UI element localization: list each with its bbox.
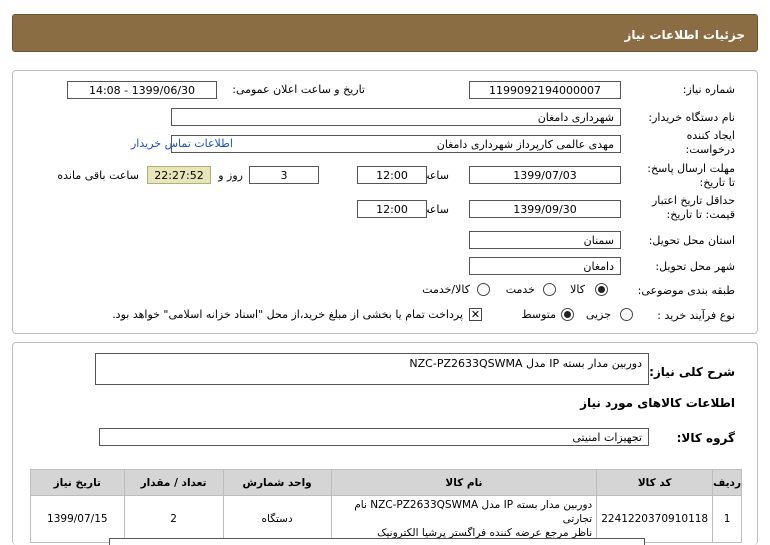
need-details-page: جزئیات اطلاعات نیاز شماره نیاز: 11990921…: [0, 0, 770, 545]
city-field: دامغان: [469, 257, 621, 275]
col-qty: تعداد / مقدار: [123, 469, 224, 496]
table-header-row: ردیف کد کالا نام کالا واحد شمارش تعداد /…: [30, 469, 742, 496]
category-goods-label: کالا: [570, 283, 585, 296]
cell-row: 1: [712, 495, 742, 543]
reply-deadline-label-2: تا تاریخ:: [699, 176, 735, 189]
remaining-time-field: 22:27:52: [147, 166, 211, 184]
days-label: روز و: [218, 169, 243, 182]
summary-field: دوربین مدار بسته IP مدل NZC-PZ2633QSWMA: [95, 353, 649, 385]
summary-label: شرح کلی نیاز:: [649, 365, 735, 379]
requester-field: مهدی عالمی کارپرداز شهرداری دامغان: [171, 135, 621, 153]
requester-label-2: درخواست:: [685, 143, 735, 156]
validity-label-2: قیمت: تا تاریخ:: [666, 208, 735, 221]
category-radio-service[interactable]: [543, 283, 556, 296]
payment-note: پرداخت تمام یا بخشی از مبلغ خرید،از محل …: [112, 308, 463, 321]
goods-panel: شرح کلی نیاز: دوربین مدار بسته IP مدل NZ…: [12, 342, 758, 545]
need-number-label: شماره نیاز:: [682, 83, 735, 96]
page-title: جزئیات اطلاعات نیاز: [624, 28, 745, 42]
category-service-label: خدمت: [505, 283, 535, 296]
buyer-contact-link[interactable]: اطلاعات تماس خریدار: [131, 137, 233, 150]
category-label: طبقه بندی موضوعی:: [637, 284, 735, 297]
process-minor-label: جزیی: [585, 308, 611, 321]
page-header: جزئیات اطلاعات نیاز: [12, 14, 758, 52]
process-radio-minor[interactable]: [620, 308, 633, 321]
category-goods-service-label: کالا/خدمت: [422, 283, 470, 296]
goods-table: ردیف کد کالا نام کالا واحد شمارش تعداد /…: [30, 469, 742, 543]
announce-datetime-field: 1399/06/30 - 14:08: [67, 81, 217, 99]
need-number-field: 1199092194000007: [469, 81, 621, 99]
reply-date-field: 1399/07/03: [469, 166, 621, 184]
cell-code: 2241220370910118: [596, 495, 714, 543]
remaining-days-field: 3: [249, 166, 319, 184]
process-medium-label: متوسط: [521, 308, 556, 321]
province-field: سمنان: [469, 231, 621, 249]
validity-date-field: 1399/09/30: [469, 200, 621, 218]
col-date: تاریخ نیاز: [30, 469, 125, 496]
col-row: ردیف: [712, 469, 742, 496]
col-code: کد کالا: [596, 469, 714, 496]
requester-label: ایجاد کننده: [686, 129, 735, 142]
cell-name: دوربین مدار بسته IP مدل NZC-PZ2633QSWMA …: [330, 495, 598, 543]
group-field: تجهیزات امنیتی: [99, 428, 649, 446]
cell-qty: 2: [123, 495, 224, 543]
cell-name-line-1: دوربین مدار بسته IP مدل NZC-PZ2633QSWMA …: [354, 499, 593, 525]
city-label: شهر محل تحویل:: [655, 260, 735, 273]
col-unit: واحد شمارش: [222, 469, 332, 496]
process-radio-medium[interactable]: [561, 308, 574, 321]
reply-time-field: 12:00: [357, 166, 427, 184]
validity-label: حداقل تاریخ اعتبار: [651, 194, 735, 207]
group-label: گروه کالا:: [676, 431, 735, 445]
remaining-time-label: ساعت باقی مانده: [57, 169, 139, 182]
col-name: نام کالا: [330, 469, 598, 496]
reply-deadline-label: مهلت ارسال پاسخ:: [647, 162, 735, 175]
buyer-org-field: شهرداری دامغان: [171, 108, 621, 126]
treasury-checkbox[interactable]: ✕: [469, 308, 482, 321]
need-info-panel: شماره نیاز: 1199092194000007 تاریخ و ساع…: [12, 70, 758, 334]
category-radio-goods-service[interactable]: [477, 283, 490, 296]
process-label: نوع فرآیند خرید :: [657, 309, 735, 322]
province-label: استان محل تحویل:: [648, 234, 735, 247]
announce-label: تاریخ و ساعت اعلان عمومی:: [232, 83, 365, 96]
cell-date: 1399/07/15: [30, 495, 125, 543]
validity-time-field: 12:00: [357, 200, 427, 218]
goods-info-title: اطلاعات کالاهای مورد نیاز: [580, 396, 735, 410]
category-radio-goods[interactable]: [595, 283, 608, 296]
description-box: [109, 538, 645, 545]
table-row: 1 2241220370910118 دوربین مدار بسته IP م…: [30, 495, 742, 543]
buyer-org-label: نام دستگاه خریدار:: [648, 111, 735, 124]
cell-unit: دستگاه: [222, 495, 332, 543]
